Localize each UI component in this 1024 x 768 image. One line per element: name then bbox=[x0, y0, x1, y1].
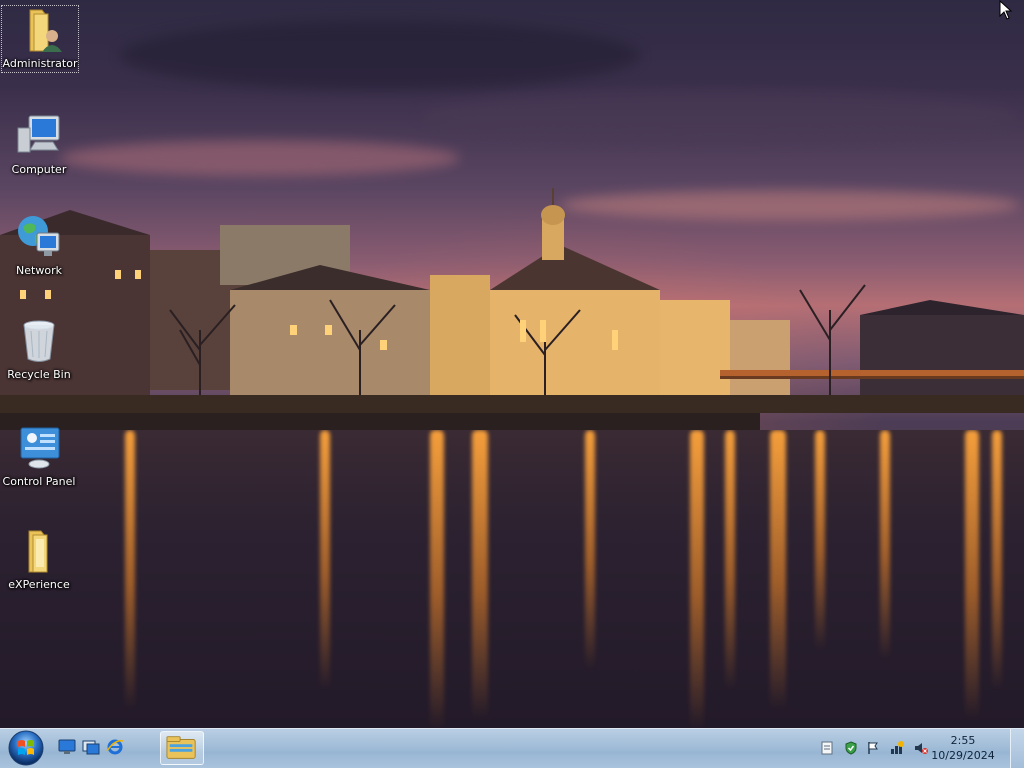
desktop-icon-label: Network bbox=[16, 264, 62, 277]
river-reflection bbox=[0, 430, 1024, 728]
internet-explorer-icon[interactable] bbox=[106, 738, 124, 756]
windows-explorer-icon bbox=[166, 736, 196, 759]
system-tray: 2:55 10/29/2024 bbox=[798, 729, 1008, 767]
desktop-icon-administrator[interactable]: Administrator bbox=[1, 5, 79, 73]
taskbar-item-windows-explorer[interactable] bbox=[160, 731, 204, 765]
desktop-icon-label: Recycle Bin bbox=[7, 368, 71, 381]
town-skyline bbox=[0, 188, 1024, 440]
network-icon bbox=[18, 216, 60, 256]
desktop[interactable]: Administrator Computer Network Recycle B… bbox=[0, 0, 1024, 768]
clock-date: 10/29/2024 bbox=[931, 749, 995, 762]
desktop-icon-label: Computer bbox=[11, 163, 67, 176]
mouse-pointer-icon bbox=[999, 0, 1013, 20]
action-center-flag-icon[interactable] bbox=[866, 741, 880, 755]
show-desktop-button[interactable] bbox=[1010, 729, 1024, 768]
recycle-bin-icon bbox=[23, 320, 55, 362]
folder-icon bbox=[28, 530, 48, 573]
notes-icon[interactable] bbox=[820, 741, 834, 755]
taskbar[interactable]: 2:55 10/29/2024 bbox=[0, 728, 1024, 768]
wallpaper-night-riverside-town bbox=[0, 0, 1024, 728]
clock-time: 2:55 bbox=[950, 734, 976, 747]
desktop-icon-label: eXPerience bbox=[8, 578, 70, 591]
desktop-icon-computer[interactable]: Computer bbox=[0, 112, 78, 176]
taskbar-clock[interactable]: 2:55 10/29/2024 bbox=[928, 733, 998, 763]
windows-start-orb-icon[interactable] bbox=[6, 730, 46, 766]
volume-muted-icon[interactable] bbox=[914, 741, 928, 755]
desktop-icon-network[interactable]: Network bbox=[0, 213, 78, 277]
network-status-icon[interactable] bbox=[890, 741, 904, 755]
switch-windows-icon[interactable] bbox=[82, 738, 100, 756]
desktop-icon-experience[interactable]: eXPerience bbox=[0, 527, 78, 591]
control-panel-icon bbox=[20, 427, 60, 469]
desktop-icon-control-panel[interactable]: Control Panel bbox=[0, 424, 78, 488]
desktop-icon-label: Control Panel bbox=[2, 475, 76, 488]
security-shield-icon[interactable] bbox=[844, 741, 858, 755]
computer-icon bbox=[17, 115, 60, 153]
desktop-icon-recycle-bin[interactable]: Recycle Bin bbox=[0, 317, 78, 381]
show-desktop-icon[interactable] bbox=[58, 738, 76, 756]
desktop-icon-label: Administrator bbox=[2, 57, 78, 70]
user-folder-icon bbox=[29, 9, 62, 52]
